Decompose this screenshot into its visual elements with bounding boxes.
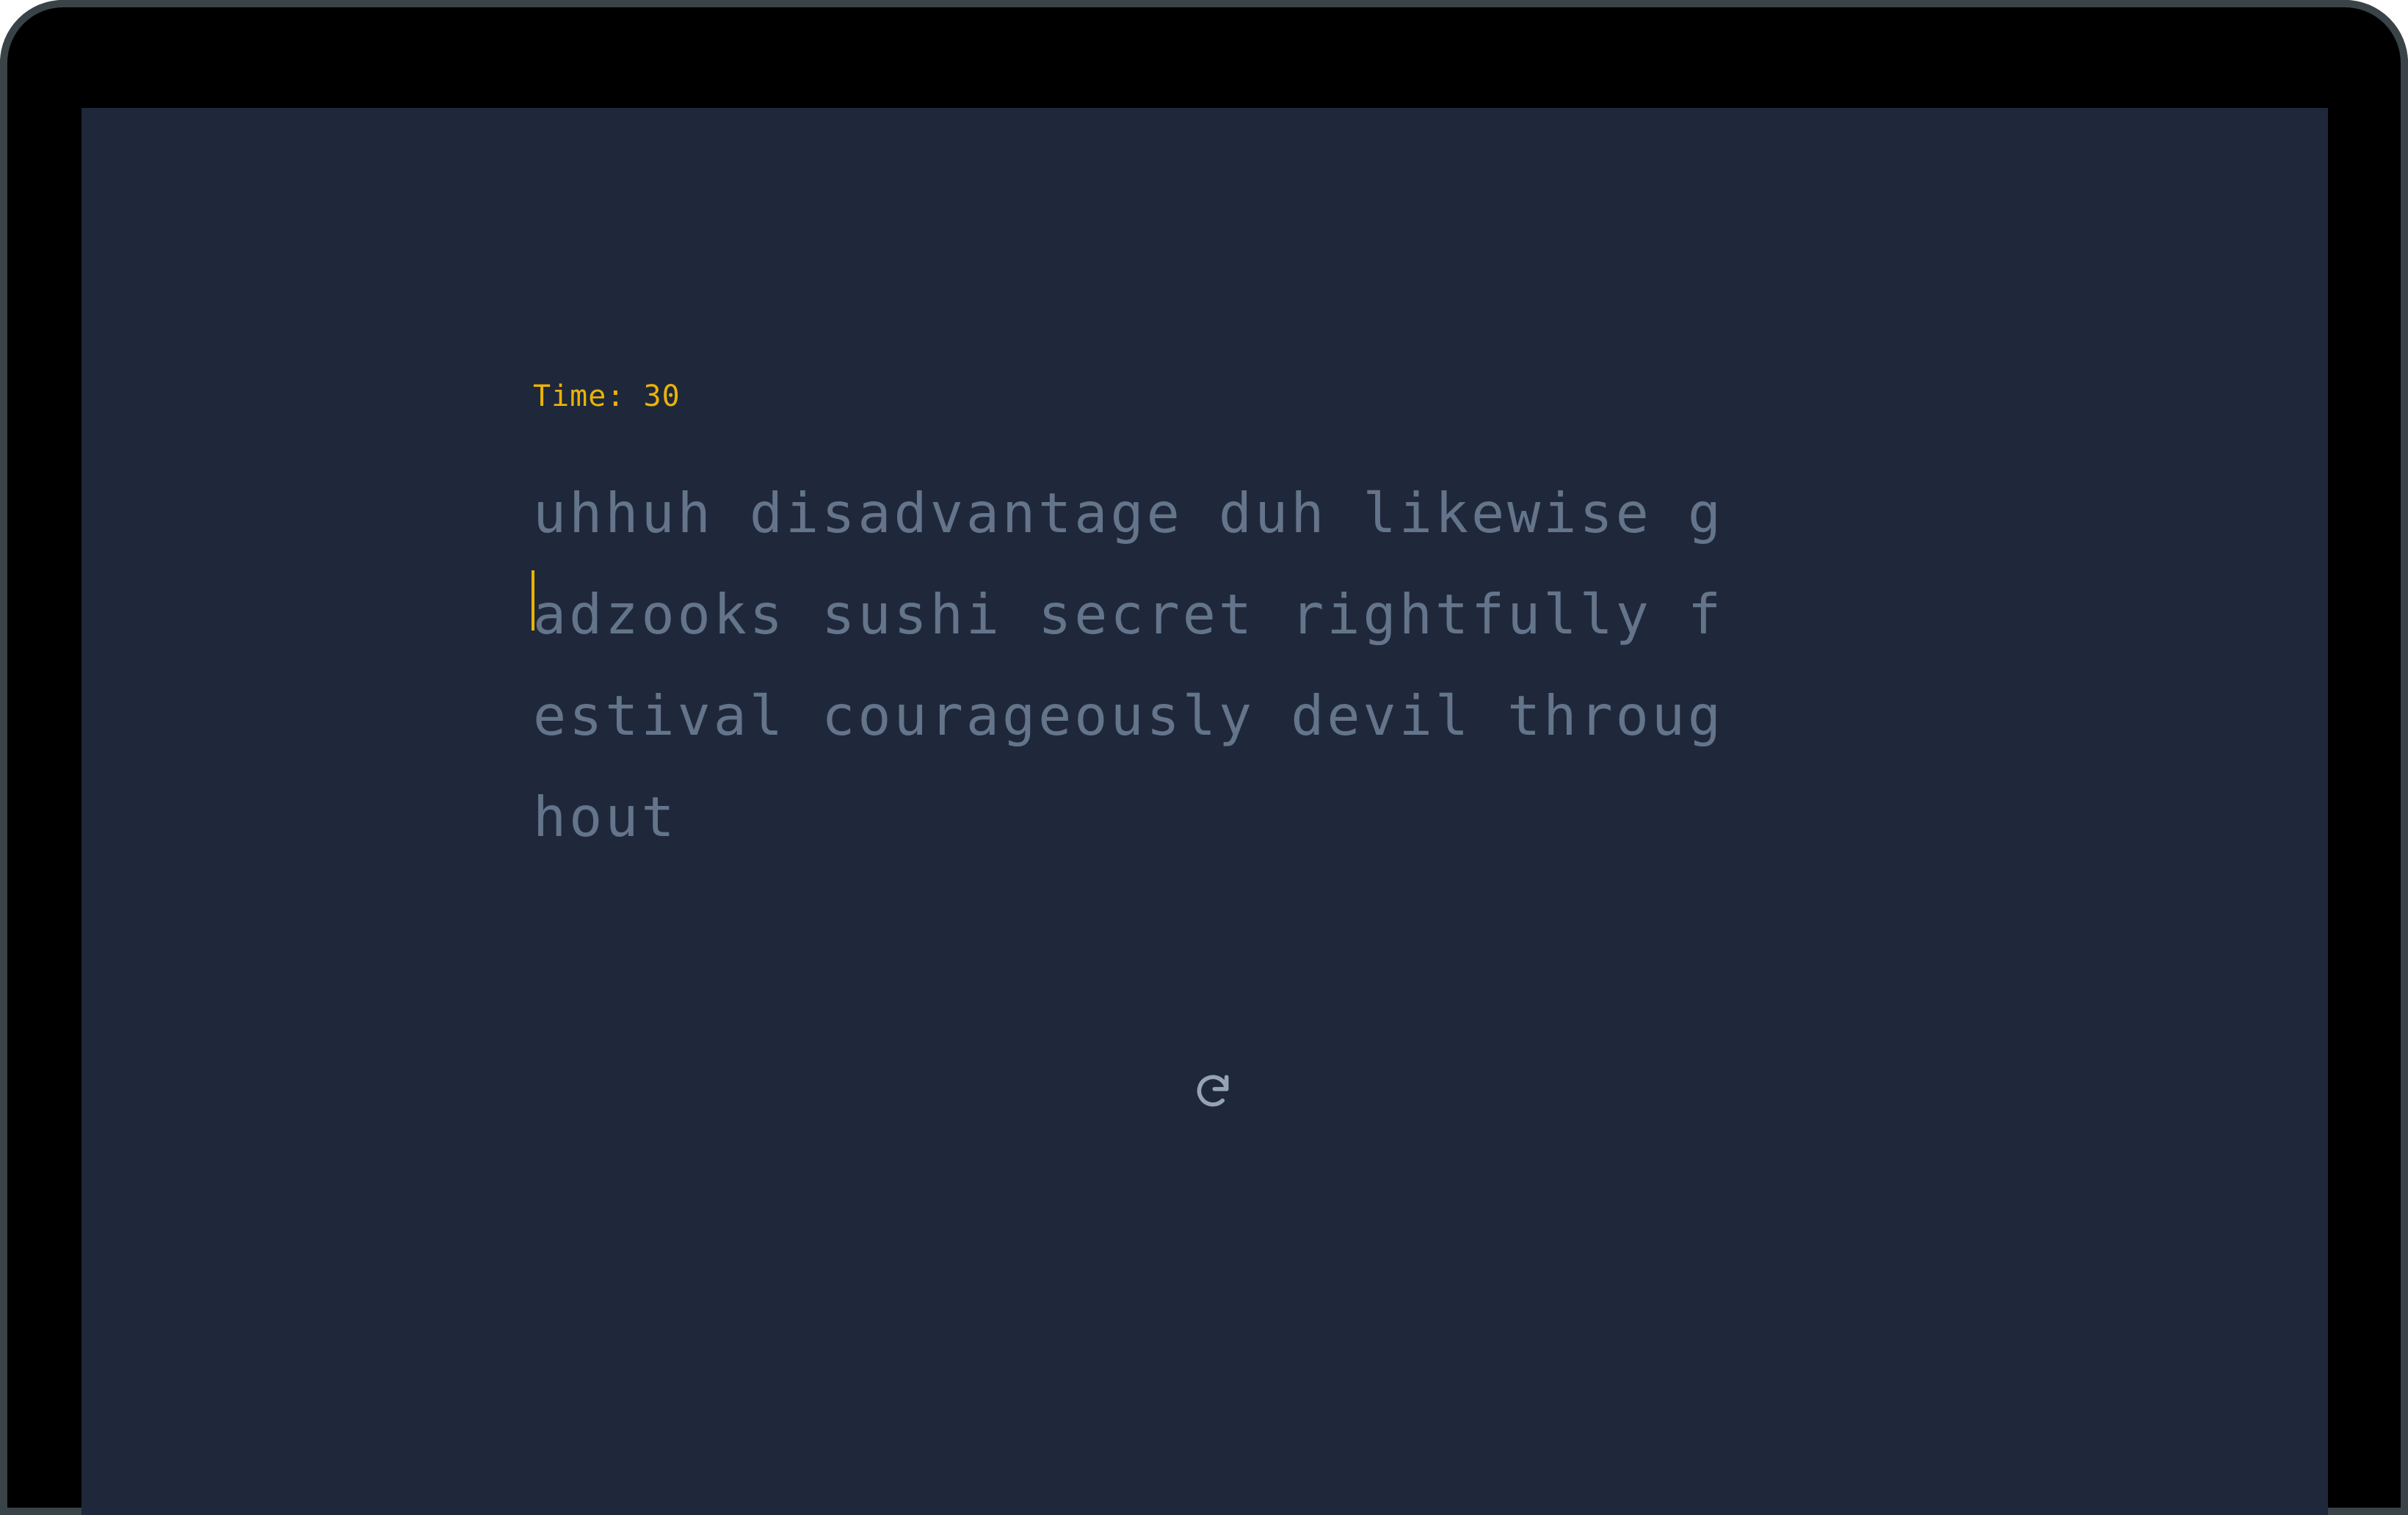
text-line: hout: [533, 785, 678, 849]
text-line: uhhuh disadvantage duh likewise g: [533, 481, 1725, 545]
text-line: estival courageously devil throug: [533, 683, 1725, 748]
restart-icon: [1192, 1070, 1233, 1111]
restart-button[interactable]: [1192, 1070, 1233, 1111]
text-line: adzooks sushi secret rightfully f: [533, 582, 1725, 647]
timer-display: Time: 30: [533, 379, 681, 413]
typing-text-area[interactable]: uhhuh disadvantage duh likewise g adzook…: [533, 462, 1730, 868]
